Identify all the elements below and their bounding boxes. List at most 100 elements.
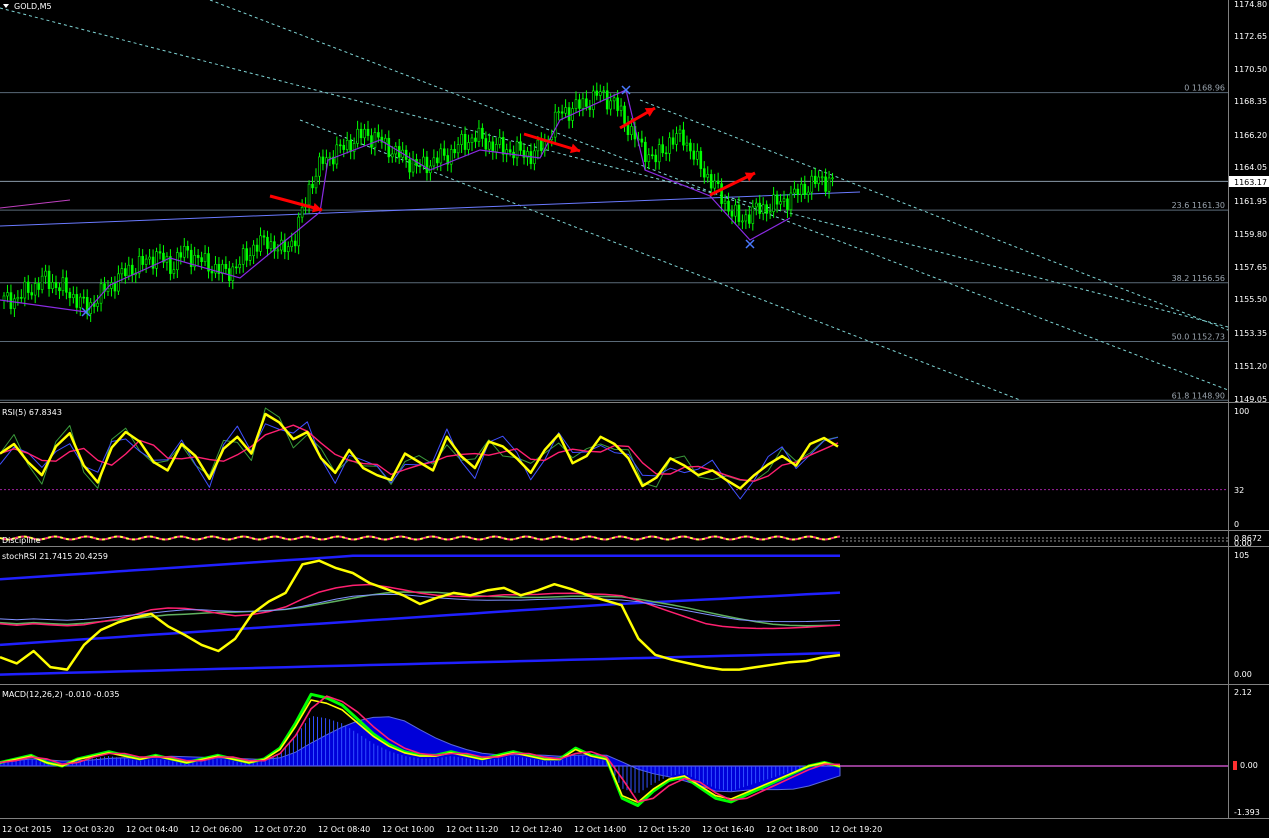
candle-body	[290, 240, 294, 248]
discipline-stripe	[170, 536, 175, 540]
candle-body	[650, 154, 654, 157]
candle-body	[768, 211, 772, 214]
discipline-stripe	[263, 537, 268, 540]
discipline-stripe	[80, 535, 85, 539]
candle-body	[373, 132, 377, 148]
discipline-stripe	[143, 535, 148, 539]
candle-body	[564, 107, 567, 114]
price-tick: 1161.95	[1234, 197, 1267, 206]
svg-text:12 Oct 10:00: 12 Oct 10:00	[382, 825, 434, 834]
svg-text:0: 0	[1234, 520, 1239, 529]
discipline-stripe	[662, 537, 667, 541]
discipline-stripe	[293, 537, 298, 541]
candle-body	[307, 183, 311, 206]
discipline-stripe	[677, 535, 682, 539]
candle-body	[442, 148, 446, 156]
discipline-stripe	[218, 536, 223, 540]
candle-body	[709, 174, 713, 189]
candle-body	[682, 129, 685, 146]
strip-label: Discipline	[2, 536, 41, 545]
discipline-stripe	[314, 537, 319, 541]
candle-body	[723, 200, 727, 204]
candle-body	[467, 142, 470, 150]
discipline-stripe	[545, 537, 550, 540]
discipline-stripe	[596, 537, 601, 540]
zigzag-line	[0, 85, 791, 317]
candle-body	[234, 266, 238, 269]
candle-body	[366, 128, 370, 136]
discipline-stripe	[686, 535, 691, 539]
discipline-stripe	[803, 535, 808, 539]
candle-body	[803, 183, 807, 195]
trading-chart[interactable]: 0 1168.96 23.6 1161.30 38.2 1156.56 50.0 11…	[0, 0, 1269, 838]
price-tick: 1151.20	[1234, 362, 1267, 371]
discipline-stripe	[206, 535, 211, 539]
candle-body	[96, 302, 99, 307]
candle-body	[432, 157, 436, 167]
pivot-marker-icon	[745, 239, 755, 249]
discipline-stripe	[536, 537, 541, 541]
discipline-stripe	[203, 536, 208, 540]
candle-body	[286, 246, 290, 253]
stoch-band-lower	[0, 651, 841, 676]
candle-body	[297, 216, 300, 247]
discipline-stripe	[374, 536, 379, 540]
discipline-stripe	[44, 536, 49, 540]
discipline-stripe	[737, 536, 742, 540]
candle-body	[318, 156, 321, 177]
candle-body	[16, 297, 20, 300]
candle-body	[338, 144, 342, 147]
candle-body	[602, 90, 606, 93]
candle-body	[124, 268, 127, 277]
candle-body	[26, 281, 30, 293]
chevron-down-icon[interactable]	[3, 4, 9, 8]
discipline-stripe	[440, 537, 445, 541]
candle-body	[751, 206, 755, 224]
candle-body	[231, 266, 235, 281]
discipline-stripe	[377, 537, 382, 541]
price-tick: 1155.50	[1234, 295, 1267, 304]
discipline-stripe	[770, 535, 775, 539]
symbol-label: GOLD,M5	[14, 2, 52, 11]
candle-body	[793, 188, 796, 194]
candle-body	[623, 105, 626, 124]
candle-body	[65, 277, 68, 293]
rsi-line-green	[0, 407, 839, 489]
discipline-stripe	[329, 536, 334, 539]
candle-body	[737, 204, 741, 222]
discipline-stripe	[638, 537, 643, 541]
candle-body	[460, 134, 463, 145]
current-price-label: 1163.17	[1234, 178, 1267, 187]
discipline-stripe	[311, 536, 316, 540]
fib-label: 50.0 1152.73	[1172, 333, 1225, 342]
svg-text:12 Oct 19:20: 12 Oct 19:20	[830, 825, 882, 834]
candle-body	[657, 144, 661, 163]
svg-text:12 Oct 03:20: 12 Oct 03:20	[62, 825, 114, 834]
candle-body	[311, 183, 314, 189]
candle-body	[789, 192, 793, 210]
candle-body	[713, 180, 716, 189]
discipline-stripe	[749, 535, 754, 539]
discipline-stripe	[110, 535, 115, 539]
discipline-stripe	[623, 535, 628, 539]
fib-label: 38.2 1156.56	[1172, 274, 1225, 283]
price-tick: 1172.65	[1234, 32, 1267, 41]
candle-body	[744, 214, 748, 222]
candle-body	[813, 175, 817, 185]
discipline-stripe	[812, 535, 817, 539]
discipline-stripe	[566, 537, 571, 541]
price-tick: 1166.20	[1234, 131, 1267, 140]
svg-text:0.00: 0.00	[1234, 670, 1252, 679]
candle-body	[685, 142, 689, 146]
discipline-stripe	[716, 535, 721, 539]
discipline-stripe	[326, 536, 331, 540]
macd-title: MACD(12,26,2) -0.010 -0.035	[2, 690, 119, 699]
fib-label: 23.6 1161.30	[1172, 201, 1225, 210]
candle-body	[800, 183, 803, 195]
discipline-stripe	[248, 536, 253, 540]
macd-panel	[0, 692, 1228, 807]
time-axis: 12 Oct 2015 12 Oct 03:20 12 Oct 04:40 12…	[2, 825, 882, 834]
candle-body	[730, 210, 734, 217]
candlestick-series	[2, 82, 834, 323]
candle-body	[370, 135, 373, 148]
